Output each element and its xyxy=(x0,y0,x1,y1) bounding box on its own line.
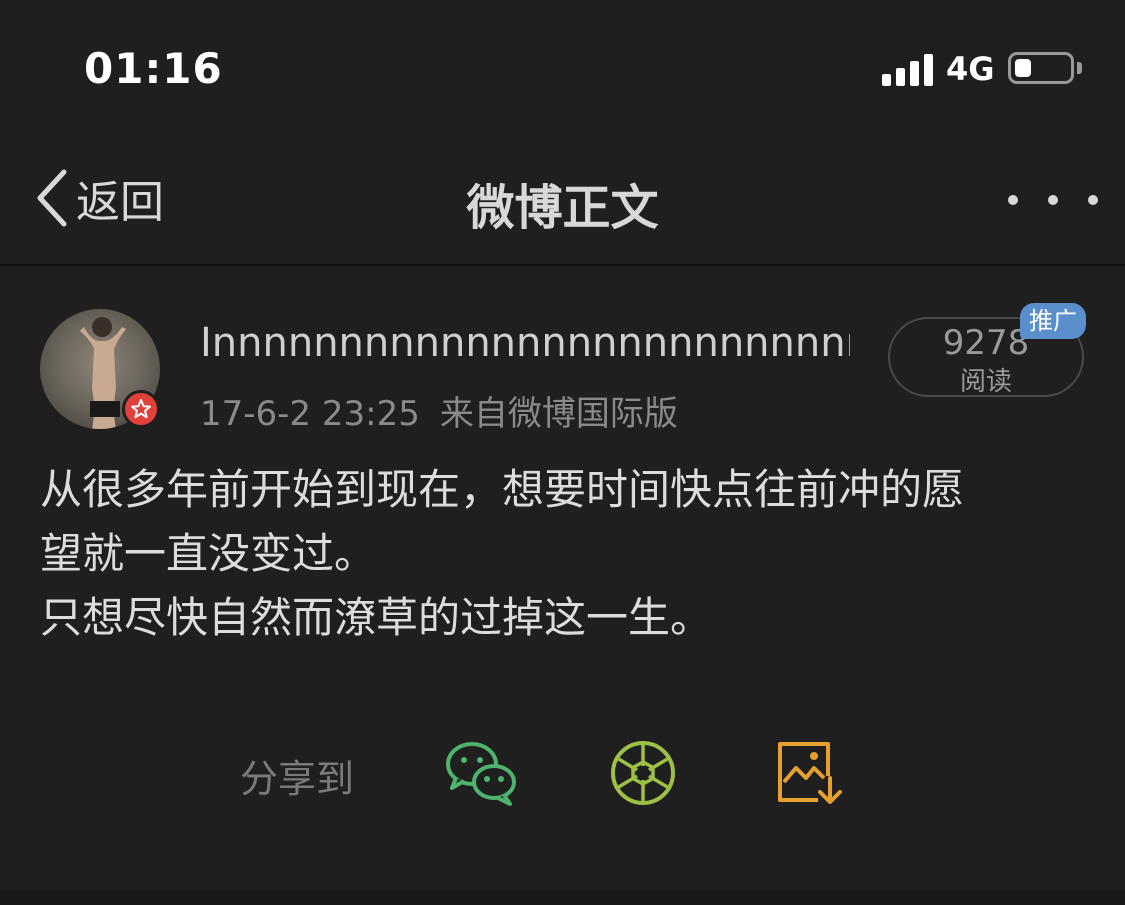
status-bar: 01:16 4G xyxy=(0,0,1125,130)
post-source: 来自微博国际版 xyxy=(439,394,678,434)
back-label: 返回 xyxy=(76,177,164,228)
post-body: 从很多年前开始到现在，想要时间快点往前冲的愿 望就一直没变过。 只想尽快自然而潦… xyxy=(40,465,965,642)
username[interactable]: Innnnnnnnnnnnnnnnnnnnnnnnnnn... xyxy=(200,320,850,366)
battery-icon xyxy=(1008,52,1074,84)
verified-badge-icon xyxy=(122,390,160,428)
battery-tip xyxy=(1077,62,1082,74)
more-dot-icon xyxy=(1088,195,1098,205)
screen: 01:16 4G 返回 微博正文 Innnnnnnnnnnnnnnnnnnnnn… xyxy=(0,0,1125,905)
more-dot-icon xyxy=(1008,195,1018,205)
promote-badge[interactable]: 推广 xyxy=(1020,303,1086,339)
wechat-icon[interactable] xyxy=(444,738,518,808)
post-meta: 17-6-2 23:25 来自微博国际版 xyxy=(200,386,678,435)
save-image-icon[interactable] xyxy=(774,738,848,808)
back-button[interactable]: 返回 xyxy=(34,166,164,230)
nav-bar: 返回 微博正文 xyxy=(0,130,1125,266)
moments-icon[interactable] xyxy=(608,738,682,808)
more-button[interactable] xyxy=(1008,180,1098,220)
read-count-label: 阅读 xyxy=(959,367,1012,397)
page-title: 微博正文 xyxy=(466,180,659,236)
post-date: 17-6-2 23:25 xyxy=(200,394,420,434)
status-time: 01:16 xyxy=(84,44,223,93)
signal-icon xyxy=(882,52,934,86)
bottom-divider xyxy=(0,890,1125,905)
share-label: 分享到 xyxy=(240,757,355,801)
more-dot-icon xyxy=(1048,195,1058,205)
network-type: 4G xyxy=(946,50,995,88)
chevron-left-icon xyxy=(37,169,67,227)
battery-level xyxy=(1015,59,1031,77)
